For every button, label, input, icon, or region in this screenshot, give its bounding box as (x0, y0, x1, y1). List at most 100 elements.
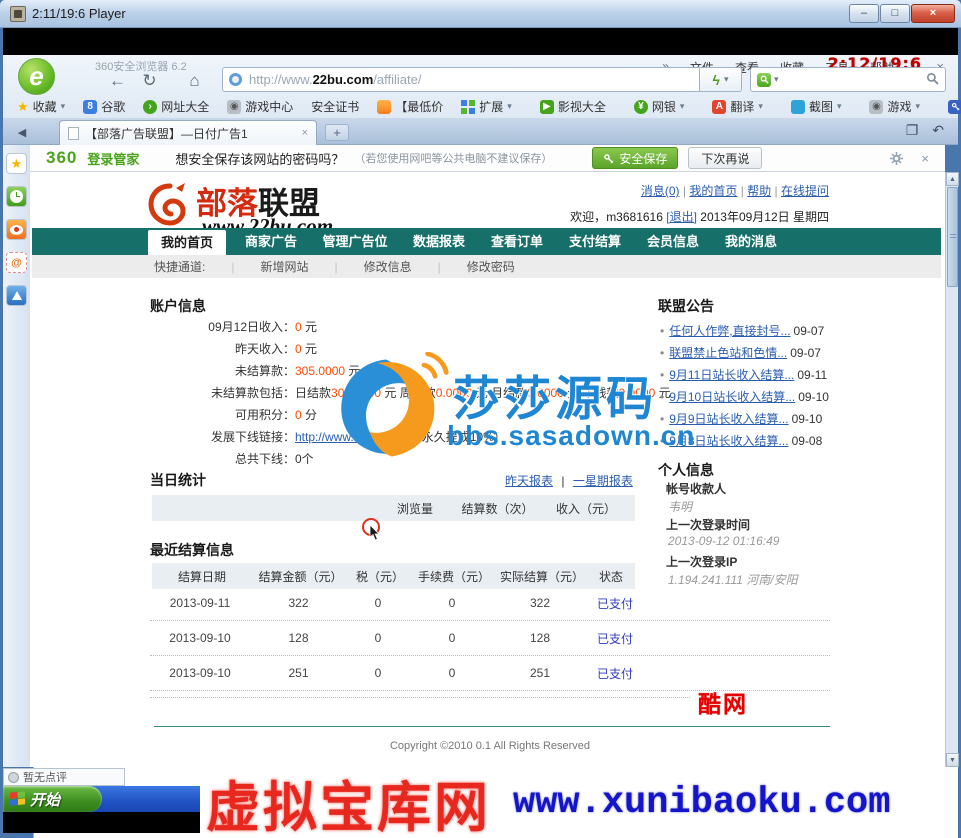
scrollbar-thumb[interactable] (947, 187, 958, 287)
browser-360-logo[interactable]: e (18, 58, 55, 95)
tab-close-icon[interactable]: × (302, 127, 308, 139)
maximize-button[interactable]: □ (880, 4, 910, 23)
paid-status-link[interactable]: 已支付 (597, 597, 633, 611)
announcement-link[interactable]: 联盟禁止色站和色情... (669, 346, 787, 360)
settlement-row: 2013-09-11 322 0 0 322 已支付 (150, 586, 830, 621)
announcement-link[interactable]: 9月11日站长收入结算... (669, 368, 794, 382)
announcement-link[interactable]: 任何人作弊,直接封号... (669, 324, 790, 338)
quick-edit-info[interactable]: 修改信息 (364, 258, 412, 275)
ebank-button[interactable]: ¥ 网银 ▾ (634, 98, 685, 115)
nav-tab-messages[interactable]: 我的消息 (712, 228, 790, 255)
favorites-label: 收藏 (33, 98, 57, 115)
referral-link[interactable]: http://www.22bu.com/ (295, 430, 410, 444)
nav-tab-reports[interactable]: 数据报表 (400, 228, 478, 255)
nav-tab-my-home[interactable]: 我的首页 (148, 230, 226, 255)
home-button[interactable]: ⌂ (182, 69, 207, 92)
search-go-icon[interactable] (926, 72, 939, 88)
save-password-button[interactable]: 安全保存 (592, 147, 678, 169)
video-button[interactable]: ▶ 影视大全 (540, 98, 606, 115)
favorites-menu-button[interactable]: ★ 收藏 ▾ (17, 98, 65, 115)
nav-tab-ad-slots[interactable]: 管理广告位 (310, 228, 400, 255)
minimize-button[interactable]: – (849, 4, 879, 23)
list-item: •联盟禁止色站和色情...09-07 (660, 344, 870, 361)
nav-tab-member-info[interactable]: 会员信息 (634, 228, 712, 255)
search-engine-caret-icon[interactable]: ▾ (774, 74, 779, 85)
search-input[interactable]: ▾ (750, 67, 946, 92)
list-item: •9月9日站长收入结算...09-10 (660, 410, 870, 427)
announcements-title: 联盟公告 (658, 296, 714, 316)
settlement-section-title: 最近结算信息 (150, 540, 234, 560)
bookmark-lowest-price[interactable]: 【最低价 (377, 98, 443, 115)
scroll-down-icon[interactable]: ▼ (946, 753, 959, 767)
footer-divider (154, 726, 830, 727)
list-item: •9月11日站长收入结算...09-11 (660, 366, 870, 383)
announcement-link[interactable]: 9月9日站长收入结算... (669, 412, 788, 426)
new-tab-button[interactable]: + (325, 124, 349, 141)
bookmark-site-directory[interactable]: › 网址大全 (143, 98, 209, 115)
week-report-link[interactable]: 一星期报表 (573, 474, 633, 488)
nav-tab-orders[interactable]: 查看订单 (478, 228, 556, 255)
chevron-down-icon: ▾ (916, 101, 921, 112)
online-ask-link[interactable]: 在线提问 (781, 184, 829, 198)
logout-link[interactable]: [退出] (666, 210, 697, 224)
restore-tab-icon[interactable]: ❐ (906, 122, 919, 139)
refresh-button[interactable]: ↻ (137, 69, 162, 92)
windows-taskbar: 开始 (3, 786, 200, 812)
chevron-down-icon: ▾ (758, 101, 763, 112)
quick-change-password[interactable]: 修改密码 (467, 258, 515, 275)
translate-button[interactable]: A 翻译 ▾ (712, 98, 763, 115)
url-scheme: http://www. (249, 72, 313, 87)
help-link[interactable]: 帮助 (747, 184, 771, 198)
password-manager-bar: 360 登录管家 想安全保存该网站的密码吗？ （若您使用网吧等公共电脑不建议保存… (30, 145, 945, 172)
account-row-breakdown: 未结算款包括：日结款305.0000 元 周结款0.0000 元 月结款0.00… (150, 384, 670, 402)
messages-link[interactable]: 消息(0) (641, 184, 680, 198)
account-row-unsettled: 未结算款：305.0000 元 (150, 362, 670, 380)
announcement-link[interactable]: 9月10日站长收入结算... (669, 390, 795, 404)
nav-tab-settlement[interactable]: 支付结算 (556, 228, 634, 255)
chevron-down-icon: ▾ (507, 101, 512, 112)
login-manager-button[interactable]: 登录管家 (948, 98, 961, 115)
welcome-line: 欢迎，m3681616 [退出] 2013年09月12日 星期四 (570, 208, 829, 225)
current-date: 2013年09月12日 星期四 (700, 210, 829, 224)
sidebar-app-icon[interactable] (6, 285, 27, 306)
announcement-link[interactable]: 9月8日站长收入结算... (669, 434, 788, 448)
extensions-button[interactable]: 扩展 ▾ (461, 98, 512, 115)
paid-status-link[interactable]: 已支付 (597, 632, 633, 646)
sidebar-favorites-icon[interactable]: ★ (6, 153, 27, 174)
page-scrollbar[interactable]: ▲ ▼ (945, 172, 958, 767)
review-popup[interactable]: 暂无点评 (3, 768, 125, 786)
tab-active[interactable]: 【部落广告联盟】—日付广告1 × (59, 120, 317, 145)
site-favicon-icon (229, 73, 242, 86)
undo-close-tab-icon[interactable]: ↶ (932, 122, 944, 139)
password-bar-close-icon[interactable]: × (921, 151, 929, 166)
key-icon (603, 153, 614, 164)
header-links: 消息(0) | 我的首页 | 帮助 | 在线提问 (641, 182, 829, 199)
tab-title: 【部落广告联盟】—日付广告1 (85, 125, 248, 142)
start-button[interactable]: 开始 (3, 786, 102, 812)
speed-mode-button[interactable]: ϟ ▾ (700, 67, 742, 92)
gear-icon[interactable] (890, 152, 903, 165)
bookmark-google[interactable]: 8 谷歌 (83, 98, 125, 115)
address-input[interactable]: http://www.22bu.com/affiliate/ (222, 67, 700, 92)
back-button[interactable]: ← (105, 69, 130, 92)
nav-tab-merchant-ads[interactable]: 商家广告 (232, 228, 310, 255)
games-button[interactable]: ◉ 游戏 ▾ (869, 98, 920, 115)
sidebar-history-clock-icon[interactable] (6, 186, 27, 207)
screenshot-button[interactable]: 截图 ▾ (791, 98, 842, 115)
sidebar-weibo-icon[interactable] (6, 219, 27, 240)
scroll-up-icon[interactable]: ▲ (946, 172, 959, 186)
tab-scroll-left-icon[interactable]: ◀ (11, 123, 33, 141)
yesterday-report-link[interactable]: 昨天报表 (505, 474, 553, 488)
search-engine-icon[interactable] (757, 73, 771, 87)
dragon-logo-icon (146, 180, 192, 233)
quick-add-site[interactable]: 新增网站 (260, 258, 308, 275)
bookmark-certificate[interactable]: 安全证书 (311, 98, 359, 115)
sidebar-mail-icon[interactable]: @ (6, 252, 27, 273)
account-row-points: 可用积分：0 分 (150, 406, 670, 424)
bookmark-game-center[interactable]: ◉ 游戏中心 (227, 98, 293, 115)
close-button[interactable]: × (911, 4, 955, 23)
paid-status-link[interactable]: 已支付 (597, 667, 633, 681)
ask-later-button[interactable]: 下次再说 (688, 147, 762, 169)
account-row-downlines: 总共下线：0个 (150, 450, 670, 468)
my-home-link[interactable]: 我的首页 (689, 184, 737, 198)
